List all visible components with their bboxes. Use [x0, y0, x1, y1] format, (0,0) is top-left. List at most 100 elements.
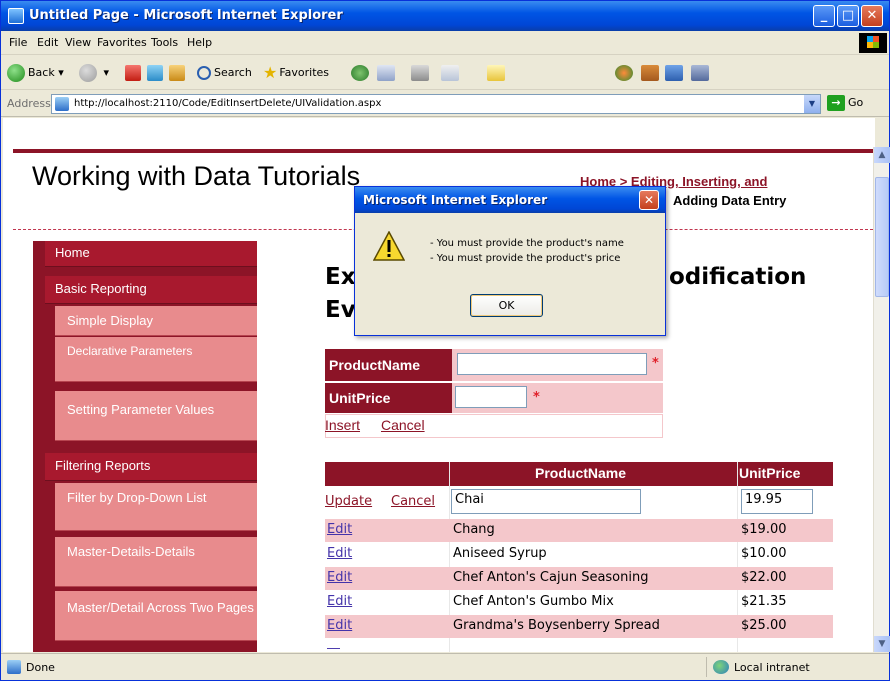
unitprice-label: UnitPrice [325, 383, 452, 413]
menu-help[interactable]: Help [187, 36, 212, 49]
edit-link[interactable]: Edit [327, 618, 352, 633]
cancel-link[interactable]: Cancel [381, 417, 425, 433]
cancel-edit-link[interactable]: Cancel [391, 494, 435, 509]
windows-logo [859, 33, 887, 53]
sidebar-item-filtering-reports[interactable]: Filtering Reports [45, 453, 257, 481]
page-heading: Ex Ev [325, 261, 356, 327]
dialog-title: Microsoft Internet Explorer [363, 193, 548, 207]
menu-file[interactable]: File [9, 36, 27, 49]
edit-unitprice-input[interactable]: 19.95 [741, 489, 813, 514]
edit-link[interactable]: Edit [327, 570, 352, 585]
unit-price-cell: $21.35 [741, 594, 787, 609]
sidebar-item-declarative-parameters[interactable]: Declarative Parameters [55, 337, 257, 382]
menu-view[interactable]: View [65, 36, 91, 49]
sidebar-item-master-details-details[interactable]: Master-Details-Details [55, 537, 257, 587]
address-url[interactable]: http://localhost:2110/Code/EditInsertDel… [74, 98, 381, 109]
vertical-scrollbar[interactable]: ▲ ▼ [873, 147, 890, 652]
toolbar: Back ▾ ▾ Search ★ Favorites [1, 56, 889, 90]
close-button[interactable]: ✕ [861, 5, 883, 27]
history-icon[interactable] [351, 65, 369, 81]
security-zone: Local intranet [706, 657, 882, 677]
productname-label: ProductName [325, 349, 452, 381]
tools-icon[interactable] [691, 65, 709, 81]
productname-input[interactable] [457, 353, 647, 375]
table-row: Edit Chang $19.00 [325, 519, 833, 542]
refresh-button[interactable] [147, 63, 163, 83]
stop-icon [125, 65, 141, 81]
sidebar-item-basic-reporting[interactable]: Basic Reporting [45, 276, 257, 304]
mail-icon[interactable] [377, 65, 395, 81]
unitprice-input[interactable] [455, 386, 527, 408]
partial-row-hint: ― [327, 641, 340, 652]
messenger-icon[interactable] [615, 65, 633, 81]
forward-button[interactable]: ▾ [79, 63, 109, 83]
scroll-down-icon[interactable]: ▼ [874, 636, 890, 652]
search-button[interactable]: Search [197, 63, 252, 83]
minimize-button[interactable]: _ [813, 5, 835, 27]
productname-required-marker: * [652, 356, 659, 371]
dialog-close-button[interactable]: ✕ [639, 190, 659, 210]
address-bar: Address http://localhost:2110/Code/EditI… [1, 91, 889, 117]
insert-link[interactable]: Insert [325, 417, 360, 433]
back-arrow-icon [7, 64, 25, 82]
table-row: Edit Chef Anton's Cajun Seasoning $22.00 [325, 567, 833, 590]
dialog-message-line: - You must provide the product's name [430, 238, 624, 249]
site-title: Working with Data Tutorials [32, 161, 361, 191]
print-icon[interactable] [411, 65, 429, 81]
edit-link[interactable]: Edit [327, 546, 352, 561]
page-icon [55, 97, 69, 111]
go-button[interactable]: → Go [827, 95, 863, 111]
menu-tools[interactable]: Tools [151, 36, 178, 49]
menu-edit[interactable]: Edit [37, 36, 58, 49]
page-heading-line2: Ev [325, 297, 356, 323]
dialog-title-bar[interactable]: Microsoft Internet Explorer ✕ [355, 187, 665, 213]
star-icon: ★ [263, 63, 278, 82]
product-name-cell: Chef Anton's Cajun Seasoning [453, 570, 649, 585]
chevron-down-icon[interactable]: ▼ [804, 95, 820, 113]
zone-text: Local intranet [734, 661, 810, 674]
sidebar-item-simple-display[interactable]: Simple Display [55, 306, 257, 336]
home-button[interactable] [169, 63, 185, 83]
sidebar: Home Basic Reporting Simple Display Decl… [33, 241, 257, 652]
table-row: Edit Aniseed Syrup $10.00 [325, 543, 833, 566]
back-button[interactable]: Back ▾ [7, 63, 64, 83]
page-top-area [3, 118, 875, 147]
warning-icon [373, 231, 405, 261]
stop-button[interactable] [125, 63, 141, 83]
product-name-cell: Aniseed Syrup [453, 546, 547, 561]
update-link[interactable]: Update [325, 494, 372, 509]
table-row-editing: Update Cancel Chai 19.95 [325, 487, 833, 517]
scroll-up-icon[interactable]: ▲ [874, 147, 890, 163]
sidebar-item-master-detail-two-pages[interactable]: Master/Detail Across Two Pages [55, 591, 257, 641]
grid-header-productname[interactable]: ProductName [535, 465, 626, 481]
research-icon[interactable] [641, 65, 659, 81]
maximize-button[interactable]: □ [837, 5, 859, 27]
sidebar-item-home[interactable]: Home [45, 241, 257, 267]
edit-productname-input[interactable]: Chai [451, 489, 641, 514]
edit-link[interactable]: Edit [327, 594, 352, 609]
title-bar[interactable]: Untitled Page - Microsoft Internet Explo… [1, 1, 889, 31]
sidebar-item-filter-dropdown[interactable]: Filter by Drop-Down List [55, 483, 257, 531]
status-bar: Done Local intranet [1, 653, 889, 680]
unit-price-cell: $19.00 [741, 522, 787, 537]
address-input[interactable]: http://localhost:2110/Code/EditInsertDel… [51, 94, 821, 114]
browser-window: Untitled Page - Microsoft Internet Explo… [0, 0, 890, 681]
grid-header-unitprice[interactable]: UnitPrice [739, 465, 800, 481]
unit-price-cell: $10.00 [741, 546, 787, 561]
scrollbar-thumb[interactable] [875, 177, 889, 297]
favorites-button[interactable]: ★ Favorites [263, 63, 329, 83]
discuss-icon[interactable] [487, 65, 505, 81]
page-done-icon [7, 660, 21, 674]
table-row: Edit Chef Anton's Gumbo Mix $21.35 [325, 591, 833, 614]
menu-bar: File Edit View Favorites Tools Help [1, 31, 889, 55]
sidebar-item-setting-parameter-values[interactable]: Setting Parameter Values [55, 391, 257, 441]
bookmark-icon[interactable] [665, 65, 683, 81]
ok-button[interactable]: OK [470, 294, 543, 317]
alert-dialog: Microsoft Internet Explorer ✕ - You must… [354, 186, 666, 336]
grid-header: ProductName UnitPrice [325, 462, 833, 486]
edit-page-icon[interactable] [441, 65, 459, 81]
table-row-partial: ― [325, 639, 833, 652]
unit-price-cell: $25.00 [741, 618, 787, 633]
edit-link[interactable]: Edit [327, 522, 352, 537]
menu-favorites[interactable]: Favorites [97, 36, 147, 49]
